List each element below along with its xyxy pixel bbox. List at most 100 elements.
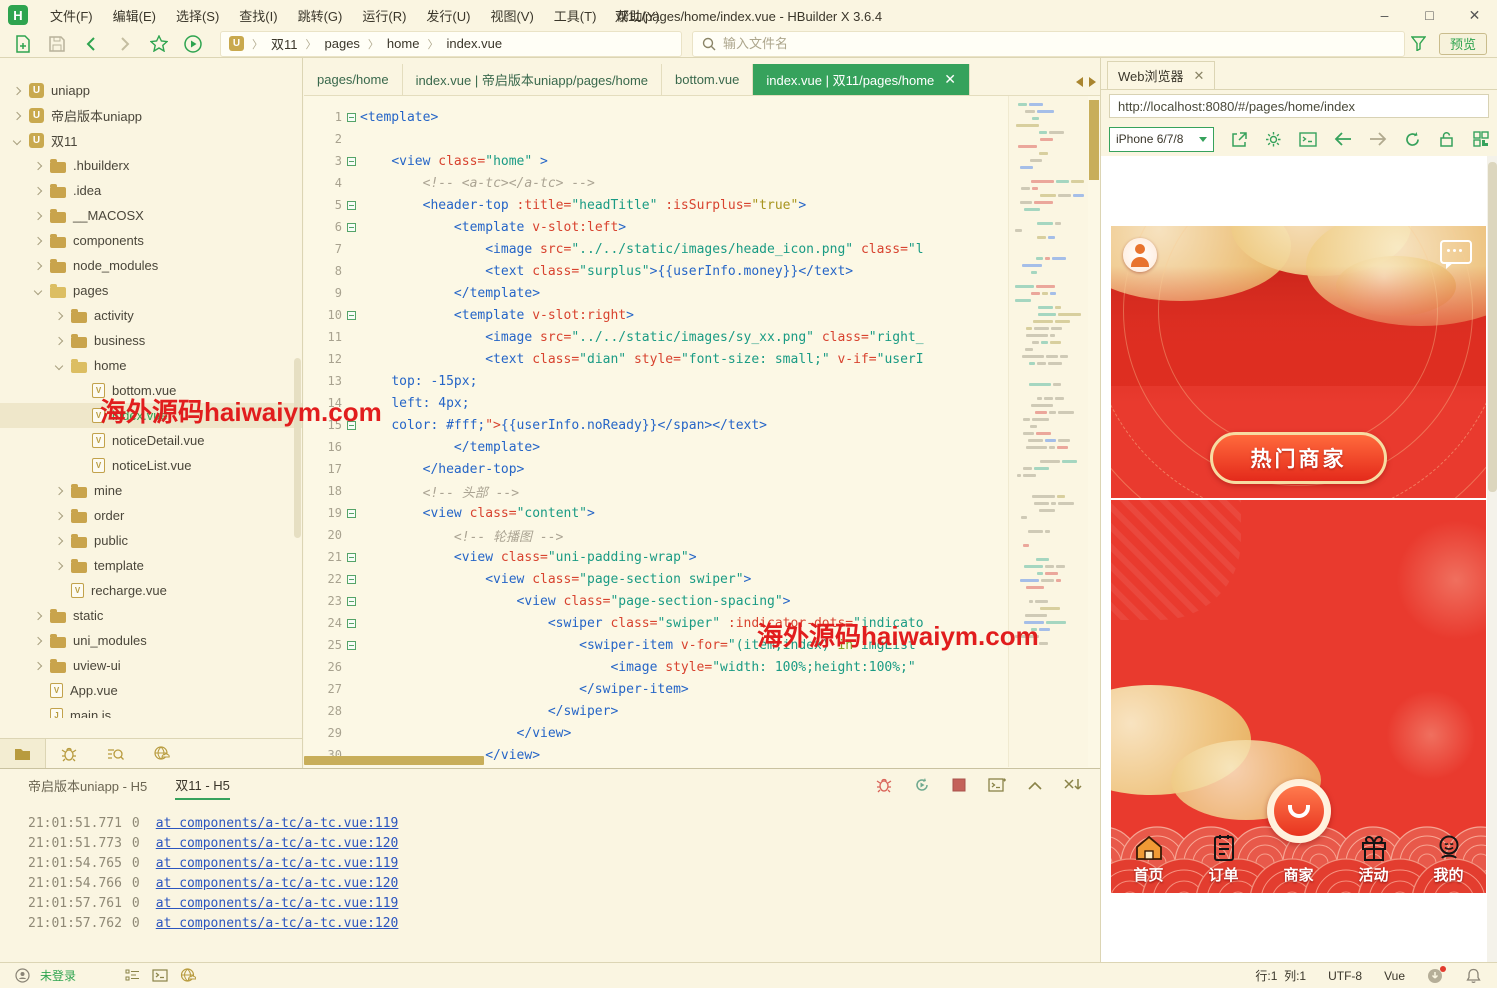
encoding[interactable]: UTF-8 [1328,969,1362,983]
restart-icon[interactable] [914,777,930,793]
tree-item-pages[interactable]: pages [0,278,302,303]
log-source-link[interactable]: at components/a-tc/a-tc.vue:119 [156,816,399,831]
log-source-link[interactable]: at components/a-tc/a-tc.vue:119 [156,896,399,911]
console-tab-shuang11[interactable]: 双11 - H5 [175,775,230,800]
tree-item-main.js[interactable]: Jmain.js [0,703,302,718]
tree-item-index.vue[interactable]: Vindex.vue [0,403,302,428]
tree-item-双11[interactable]: U双11 [0,128,302,153]
new-console-icon[interactable] [988,778,1006,793]
menu-item-3[interactable]: 查找(I) [229,9,287,24]
tree-item-帝启版本uniapp[interactable]: U帝启版本uniapp [0,103,302,128]
chevron-right-icon[interactable] [31,184,45,198]
run-icon[interactable] [180,32,206,56]
sidebar-scrollbar[interactable] [294,358,301,538]
save-icon[interactable] [44,32,70,56]
menu-item-7[interactable]: 视图(V) [480,9,543,24]
preview-button[interactable]: 预览 [1439,33,1487,55]
stop-icon[interactable] [952,778,966,792]
editor-vscrollbar[interactable] [1088,96,1100,767]
browser-tab[interactable]: Web浏览器 ✕ [1107,61,1215,89]
chevron-right-icon[interactable] [31,609,45,623]
editor-tab-0[interactable]: pages/home [304,64,403,95]
tree-item-activity[interactable]: activity [0,303,302,328]
chevron-right-icon[interactable] [31,634,45,648]
tab-debug[interactable] [46,739,92,769]
tree-item-public[interactable]: public [0,528,302,553]
menu-item-0[interactable]: 文件(F) [40,9,103,24]
terminal-icon[interactable] [150,969,170,982]
tree-item-uview-ui[interactable]: uview-ui [0,653,302,678]
tabbar-item-activity[interactable]: 活动 [1336,801,1411,893]
browser-icon[interactable] [178,968,198,983]
avatar[interactable] [1123,238,1157,272]
menu-item-2[interactable]: 选择(S) [166,9,229,24]
chevron-right-icon[interactable] [10,109,24,123]
editor-tab-1[interactable]: index.vue | 帝启版本uniapp/pages/home [403,64,662,95]
chevron-right-icon[interactable] [31,234,45,248]
chevron-right-icon[interactable] [31,659,45,673]
tree-item-uni_modules[interactable]: uni_modules [0,628,302,653]
browser-tab-close-icon[interactable]: ✕ [1194,68,1205,84]
code-area[interactable]: 1<template>23 <view class="home" >4 <!--… [304,96,1100,767]
fold-marker-icon[interactable] [347,553,356,562]
menu-item-1[interactable]: 编辑(E) [103,9,166,24]
menu-item-6[interactable]: 发行(U) [416,9,480,24]
qrcode-icon[interactable] [1472,130,1489,148]
tree-item-bottom.vue[interactable]: Vbottom.vue [0,378,302,403]
maximize-button[interactable]: □ [1407,0,1452,30]
fold-marker-icon[interactable] [347,421,356,430]
tree-item-.idea[interactable]: .idea [0,178,302,203]
menu-item-8[interactable]: 工具(T) [544,9,607,24]
star-icon[interactable] [146,32,172,56]
tree-item-static[interactable]: static [0,603,302,628]
editor-hscroll-thumb[interactable] [304,756,484,765]
clear-console-icon[interactable] [1064,778,1082,792]
tree-item-__MACOSX[interactable]: __MACOSX [0,203,302,228]
menu-item-4[interactable]: 跳转(G) [288,9,353,24]
preview-scroll-thumb[interactable] [1488,162,1497,492]
forward-icon[interactable] [112,32,138,56]
fold-marker-icon[interactable] [347,201,356,210]
chevron-right-icon[interactable] [31,209,45,223]
chevron-right-icon[interactable] [52,484,66,498]
file-search-input[interactable] [723,36,1396,51]
file-type[interactable]: Vue [1384,969,1405,983]
collapse-panel-icon[interactable] [1028,781,1042,790]
tree-item-business[interactable]: business [0,328,302,353]
tree-item-node_modules[interactable]: node_modules [0,253,302,278]
filter-icon[interactable] [1405,32,1431,56]
hot-merchants-button[interactable]: 热门商家 [1210,432,1387,484]
fold-marker-icon[interactable] [347,223,356,232]
menu-item-5[interactable]: 运行(R) [352,9,416,24]
tree-item-recharge.vue[interactable]: Vrecharge.vue [0,578,302,603]
tree-item-noticeDetail.vue[interactable]: VnoticeDetail.vue [0,428,302,453]
debug-icon[interactable] [876,777,892,793]
tree-item-mine[interactable]: mine [0,478,302,503]
chevron-right-icon[interactable] [31,259,45,273]
log-source-link[interactable]: at components/a-tc/a-tc.vue:119 [156,856,399,871]
tabbar-item-shop[interactable]: 商家 [1261,801,1336,893]
fold-marker-icon[interactable] [347,509,356,518]
tree-item-uniapp[interactable]: Uuniapp [0,78,302,103]
tab-web[interactable] [138,739,184,769]
tabbar-item-orders[interactable]: 订单 [1186,801,1261,893]
chevron-right-icon[interactable] [31,159,45,173]
chevron-right-icon[interactable] [52,509,66,523]
close-button[interactable]: ✕ [1452,0,1497,30]
tree-item-.hbuilderx[interactable]: .hbuilderx [0,153,302,178]
chevron-down-icon[interactable] [31,284,45,298]
settings-gear-icon[interactable] [1265,130,1282,148]
chevron-right-icon[interactable] [52,534,66,548]
back-icon[interactable] [78,32,104,56]
log-source-link[interactable]: at components/a-tc/a-tc.vue:120 [156,876,399,891]
breadcrumb-project[interactable]: 双11 [271,34,298,53]
tab-close-icon[interactable]: ✕ [944,71,956,88]
tree-item-template[interactable]: template [0,553,302,578]
url-input[interactable] [1109,94,1489,118]
tab-scroll-right-icon[interactable] [1089,77,1096,87]
update-icon[interactable] [1427,967,1444,984]
tree-item-noticeList.vue[interactable]: VnoticeList.vue [0,453,302,478]
console-icon[interactable] [1299,130,1317,148]
minimap[interactable] [1008,96,1088,767]
new-file-icon[interactable] [10,32,36,56]
